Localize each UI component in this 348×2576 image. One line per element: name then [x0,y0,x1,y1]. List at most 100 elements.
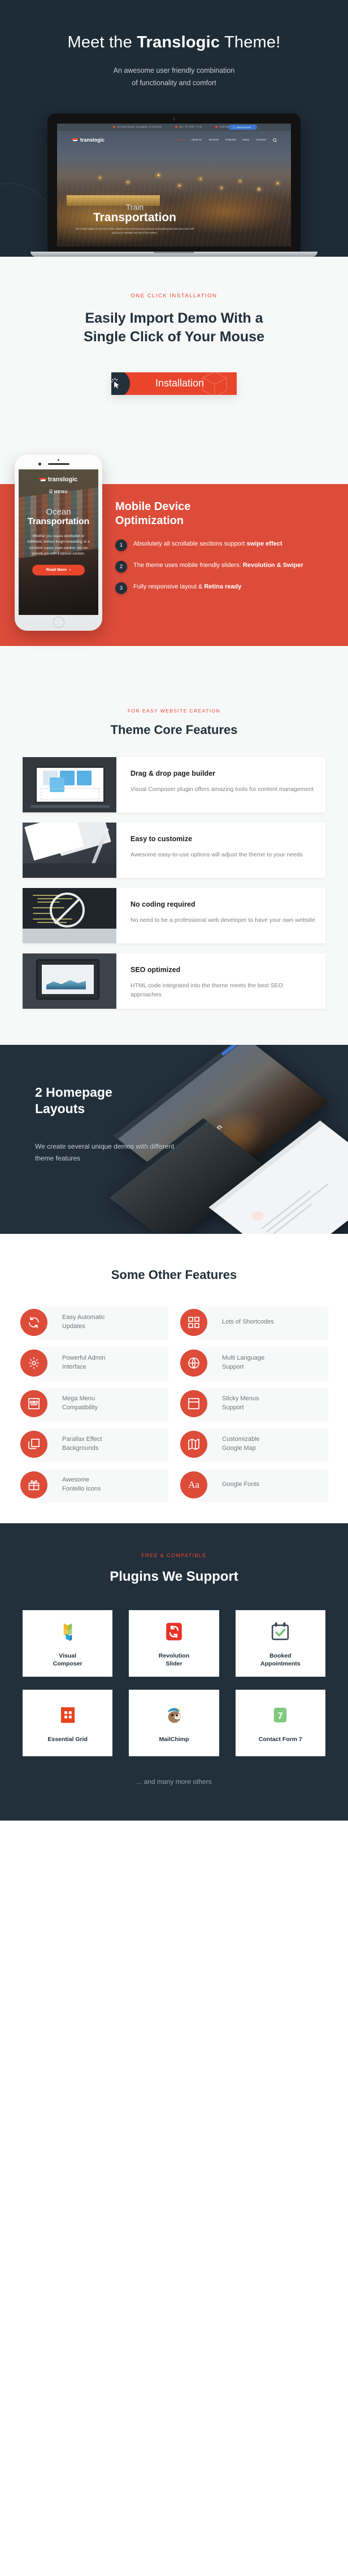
nav-item-about[interactable]: About Us [192,138,202,141]
mailchimp-logo [163,1703,185,1727]
visual-composer-logo [56,1619,79,1644]
feature-title: SEO optimized [130,965,181,974]
hero-section: Meet the Translogic Theme! An awesome us… [0,0,348,257]
laptop-base [31,251,317,257]
theme-core-features-section: FOR EASY WEBSITE CREATION Theme Core Fea… [0,680,348,1045]
phone-mockup: translogic MENU Ocean Transportation Whe… [15,454,102,631]
feature-title: Easy to customize [130,834,193,843]
other-feature-card: Powerful Admin Interface [37,1347,168,1379]
plugin-name: Contact Form 7 [258,1736,302,1743]
mobile-optimization-title: Mobile Device Optimization [115,500,338,528]
feature-row: Drag & drop page builder Visual Composer… [23,757,325,812]
other-feature-card: Lots of Shortcodes [197,1306,328,1338]
request-quote-button[interactable]: Request Quote [228,125,257,130]
map-icon [180,1430,207,1458]
refresh-icon [20,1308,47,1336]
phone-slide-subtitle: Ocean [46,507,71,517]
installation-button[interactable]: Installation [111,372,237,395]
mobile-optimization-section: translogic MENU Ocean Transportation Whe… [0,429,348,681]
contact-form-7-logo: 7 [269,1703,291,1727]
one-click-installation-section: ONE CLICK INSTALLATION Easily Import Dem… [0,256,348,430]
feature-title: Drag & drop page builder [130,769,216,777]
homepage-layouts-paragraph: We create several unique demos with diff… [35,1142,175,1163]
other-feature-item[interactable]: Multi Language Support [180,1347,328,1379]
no-coding-thumb [23,887,116,943]
other-features-grid: Easy Automatic Updates Lots of Shortcode… [0,1306,348,1501]
phone-logo-mark-icon [40,477,46,482]
install-button-wrap: Installation [0,372,348,395]
gift-icon [20,1471,47,1498]
sticky-menu-icon [180,1390,207,1417]
other-feature-label: Lots of Shortcodes [222,1318,274,1325]
search-icon[interactable] [273,138,276,142]
other-feature-label: Awesome Fontello Icons [62,1476,101,1492]
laptop-body: 314 Street Avenue, Los Angeles, LA 2415 … [47,113,301,252]
phone-site-logo[interactable]: translogic [19,469,98,483]
other-feature-item[interactable]: Parallax Effect Backgrounds [20,1428,168,1460]
other-feature-item[interactable]: Customizable Google Map [180,1428,328,1460]
plugin-card[interactable]: Essential Grid [23,1690,113,1757]
list-item: 2 The theme uses mobile friendly sliders… [115,560,338,573]
nav-item-news[interactable]: News [242,138,249,141]
laptop-screen: 314 Street Avenue, Los Angeles, LA 2415 … [57,123,291,247]
other-feature-item[interactable]: Powerful Admin Interface [20,1347,168,1379]
plugin-card[interactable]: Visual Composer [23,1610,113,1677]
nav-item-features[interactable]: Features [225,138,236,141]
plugins-section: FREE & COMPATIBLE Plugins We Support Vis… [0,1523,348,1821]
other-feature-item[interactable]: Google Fonts Aa [180,1469,328,1501]
core-eyebrow: FOR EASY WEBSITE CREATION [127,707,221,714]
nav-item-home[interactable]: Home [177,138,184,141]
other-feature-item[interactable]: Mega Menu Compatibility [20,1387,168,1419]
install-heading: Easily Import Demo With a Single Click o… [0,309,348,346]
nav-item-services[interactable]: Services [209,138,219,141]
other-feature-item[interactable]: Sticky Menus Support [180,1387,328,1419]
plugin-card[interactable]: 7 Contact Form 7 [235,1690,325,1757]
list-item-text: Fully responsive layout & Retina ready [133,583,242,590]
click-cursor-icon [111,372,130,395]
other-feature-item[interactable]: Awesome Fontello Icons [20,1469,168,1501]
phone-slide-description: Whether you require distribution or fulf… [27,534,90,556]
install-eyebrow: ONE CLICK INSTALLATION [130,292,218,299]
mobile-title-line-1: Mobile Device [115,500,191,513]
plugin-card[interactable]: MailChimp [129,1690,219,1757]
site-logo[interactable]: translogic [72,137,105,143]
feature-row: Easy to customize Awesome easy-to-use op… [23,822,325,878]
feature-body: SEO optimized HTML code integrated into … [116,953,325,1009]
other-feature-card: Multi Language Support [197,1347,328,1379]
other-feature-item[interactable]: Lots of Shortcodes [180,1306,328,1338]
feature-body: No coding required No need to be a profe… [116,888,325,943]
other-feature-label: Easy Automatic Updates [62,1313,105,1330]
other-feature-item[interactable]: Easy Automatic Updates [20,1306,168,1338]
core-heading: Theme Core Features [110,722,238,737]
other-feature-label: Parallax Effect Backgrounds [62,1435,102,1452]
plugin-card[interactable]: Booked Appointments [235,1610,325,1677]
feature-description: Visual Composer plugin offers amazing to… [130,785,314,793]
list-item-text: The theme uses mobile friendly sliders: … [133,561,303,569]
globe-icon [180,1349,207,1377]
nav-item-contacts[interactable]: Contacts [256,138,266,141]
other-feature-card: Mega Menu Compatibility [37,1387,168,1419]
slider-caption: Train Transportation But I must explain … [74,203,195,235]
plugins-heading: Plugins We Support [110,1568,238,1584]
other-feature-label: Powerful Admin Interface [62,1354,106,1370]
other-feature-label: Google Fonts [222,1480,260,1488]
plugins-grid: Visual Composer Revolution Slider Booked… [0,1610,348,1757]
other-feature-card: Sticky Menus Support [197,1387,328,1419]
install-heading-line-2: Single Click of Your Mouse [84,328,264,345]
phone-read-more-label: Read More [46,568,67,572]
other-feature-label: Multi Language Support [222,1354,265,1370]
plugin-name: Revolution Slider [158,1652,190,1668]
phone-home-button[interactable] [53,616,64,628]
drag-drop-builder-thumb [23,757,116,812]
hamburger-icon [49,489,53,494]
seo-thumb [23,953,116,1009]
phone-read-more-button[interactable]: Read More › [32,564,85,575]
mobile-optimization-content: Mobile Device Optimization 1 Absolutely … [115,500,338,604]
plugin-name: Booked Appointments [260,1652,301,1668]
phone-menu-button[interactable]: MENU [19,489,98,494]
plugin-card[interactable]: Revolution Slider [129,1610,219,1677]
footer-spacer [0,1821,348,1847]
other-feature-card: Parallax Effect Backgrounds [37,1428,168,1460]
hero-title-pre: Meet the [67,33,137,51]
page-title: Meet the Translogic Theme! [0,33,348,52]
